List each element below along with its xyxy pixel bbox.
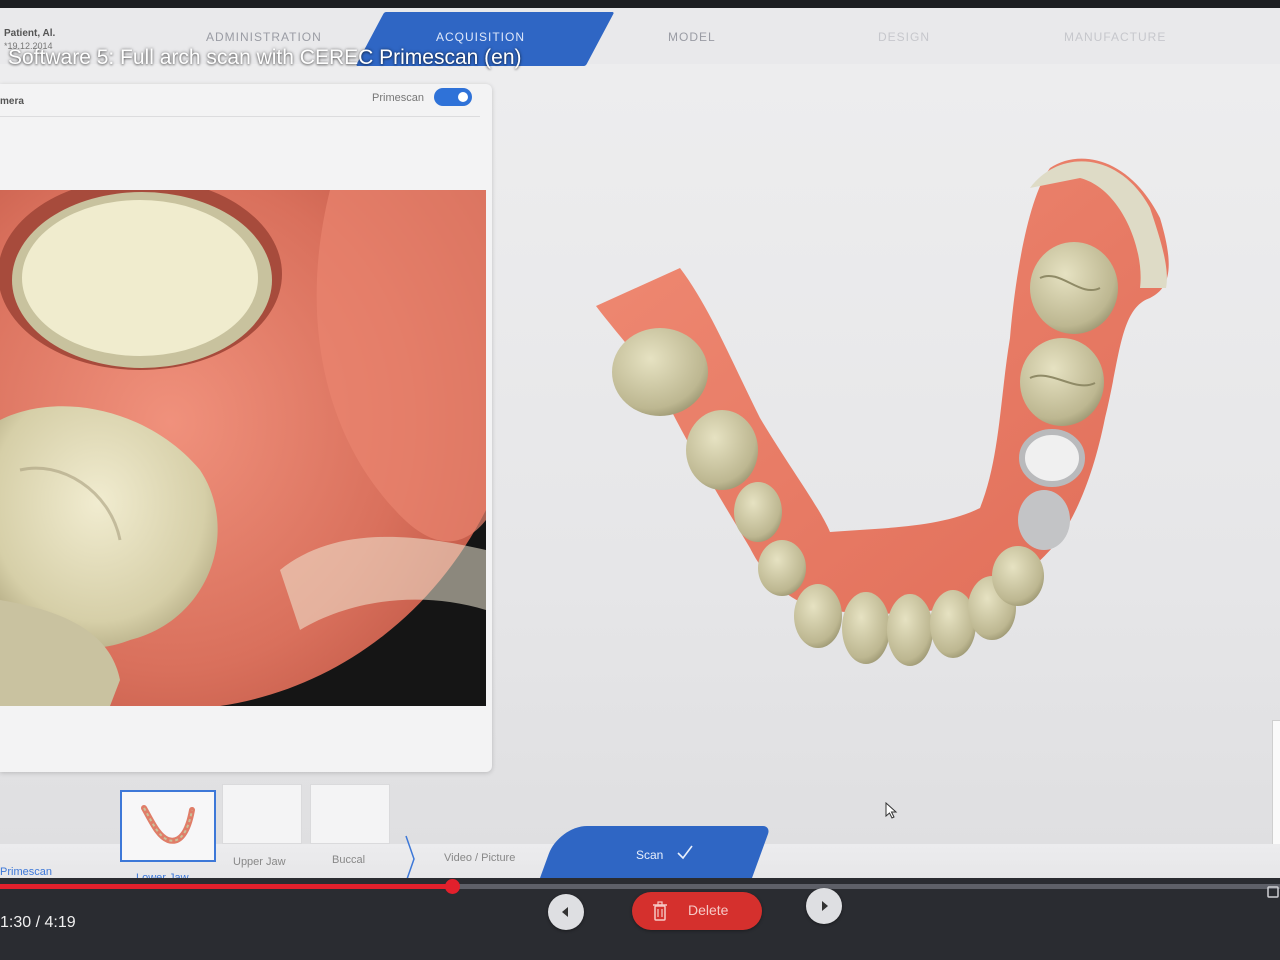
camera-live-view	[0, 190, 486, 706]
camera-panel-divider	[0, 116, 480, 117]
camera-panel-title: mera	[0, 96, 24, 107]
step-buccal[interactable]: Buccal	[332, 854, 365, 866]
trash-icon	[653, 901, 667, 921]
delete-label: Delete	[688, 902, 729, 918]
step-administration[interactable]: ADMINISTRATION	[206, 30, 322, 44]
screen-icon[interactable]	[1266, 884, 1280, 900]
delete-button[interactable]: Delete	[632, 892, 762, 930]
back-button[interactable]	[548, 894, 584, 930]
camera-image	[0, 190, 486, 706]
step-acquisition[interactable]: ACQUISITION	[436, 30, 525, 44]
buccal-thumbnail[interactable]	[310, 784, 390, 844]
step-manufacture[interactable]: MANUFACTURE	[1064, 30, 1166, 44]
video-title: Software 5: Full arch scan with CEREC Pr…	[8, 46, 522, 69]
lower-jaw-3d-model[interactable]	[560, 128, 1220, 688]
step-upper-jaw[interactable]: Upper Jaw	[233, 856, 286, 868]
step-video-picture[interactable]: Video / Picture	[444, 852, 515, 864]
device-step-primescan[interactable]: Primescan	[0, 866, 52, 878]
lower-jaw-thumbnail-image	[141, 805, 195, 844]
check-icon	[677, 845, 693, 860]
video-progress-bar[interactable]	[0, 879, 1280, 894]
screen: ADMINISTRATION ACQUISITION MODEL DESIGN …	[0, 8, 1280, 960]
mouse-pointer-icon	[885, 802, 898, 819]
side-panel-edge[interactable]	[1272, 720, 1280, 854]
toggle-switch-icon[interactable]	[434, 88, 472, 106]
arrow-left-icon	[562, 907, 568, 917]
arrow-right-icon	[822, 901, 828, 911]
step-separator	[405, 835, 415, 883]
video-progress-fill	[0, 884, 452, 889]
lower-jaw-thumbnail[interactable]	[120, 790, 216, 862]
video-progress-handle[interactable]	[444, 879, 460, 894]
scan-label: Scan	[636, 848, 664, 862]
device-label: Primescan	[372, 92, 424, 104]
step-design[interactable]: DESIGN	[878, 30, 930, 44]
video-time: 1:30 / 4:19	[0, 914, 76, 931]
patient-name: Patient, Al.	[4, 28, 56, 39]
forward-button[interactable]	[806, 888, 842, 924]
step-model[interactable]: MODEL	[668, 30, 716, 44]
upper-jaw-thumbnail[interactable]	[222, 784, 302, 844]
